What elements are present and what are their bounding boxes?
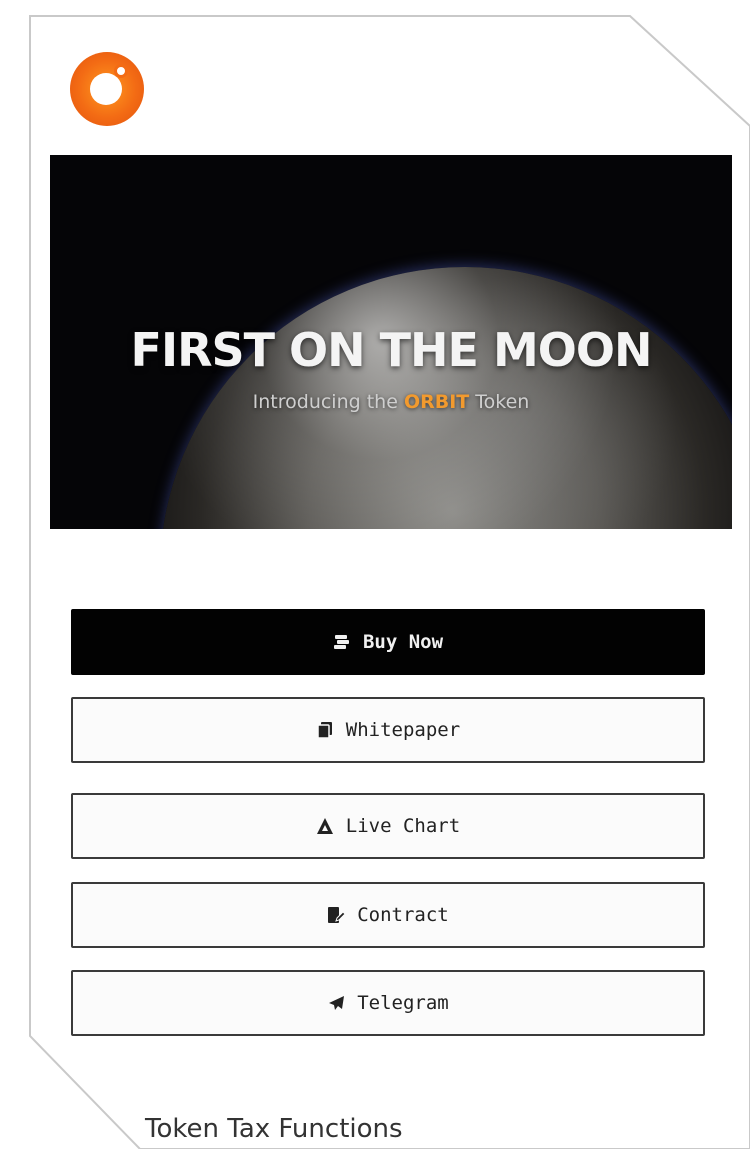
file-signature-icon <box>327 906 346 924</box>
whitepaper-button[interactable]: Whitepaper <box>71 697 705 763</box>
coins-icon <box>333 633 351 651</box>
hero-subtitle-prefix: Introducing the <box>252 391 404 413</box>
hero-title: FIRST ON THE MOON <box>130 323 653 377</box>
hero-banner: FIRST ON THE MOON Introducing the ORBIT … <box>50 155 732 529</box>
section-title: Token Tax Functions <box>145 1114 403 1144</box>
copy-icon <box>316 721 334 739</box>
contract-button[interactable]: Contract <box>71 882 705 948</box>
hero-subtitle-suffix: Token <box>469 391 530 413</box>
buy-now-button[interactable]: Buy Now <box>71 609 705 675</box>
whitepaper-label: Whitepaper <box>345 719 461 741</box>
hero-subtitle: Introducing the ORBIT Token <box>50 391 732 413</box>
buy-now-label: Buy Now <box>362 631 444 653</box>
hero-subtitle-token: ORBIT <box>403 391 470 413</box>
mountain-chart-icon <box>316 817 334 835</box>
orbit-logo[interactable] <box>70 52 144 126</box>
contract-label: Contract <box>357 904 449 926</box>
live-chart-button[interactable]: Live Chart <box>71 793 705 859</box>
telegram-label: Telegram <box>357 992 449 1014</box>
paper-plane-icon <box>327 994 345 1012</box>
live-chart-label: Live Chart <box>345 815 461 837</box>
telegram-button[interactable]: Telegram <box>71 970 705 1036</box>
